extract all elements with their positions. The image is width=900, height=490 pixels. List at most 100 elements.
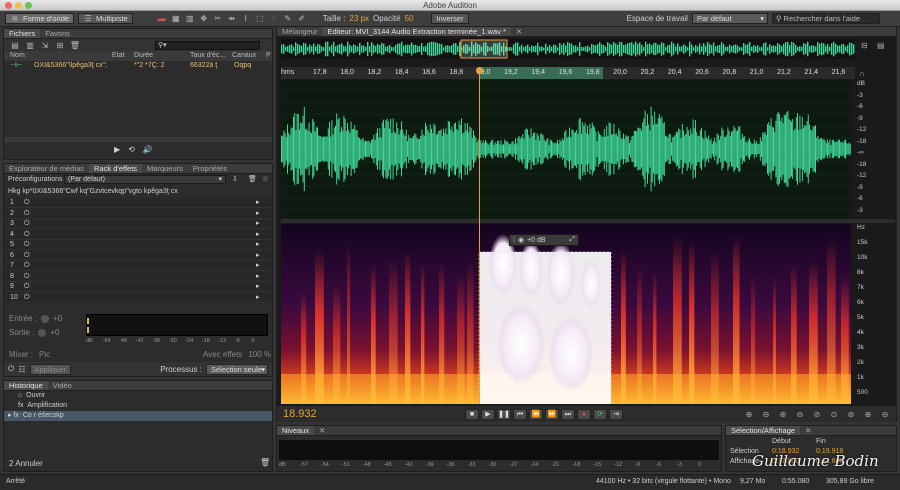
insert-icon[interactable]: ⊞: [55, 41, 65, 50]
col-name[interactable]: Nom: [10, 51, 25, 61]
tab-mixer[interactable]: Mélangeur: [277, 27, 322, 36]
workspace-dropdown[interactable]: Par défaut ▾: [691, 13, 768, 24]
slot-menu-icon[interactable]: ▸: [256, 251, 260, 260]
slot-power-icon[interactable]: ⏻: [24, 293, 30, 302]
skip-icon[interactable]: ⇥: [609, 408, 623, 420]
settings-icon[interactable]: ▤: [877, 41, 885, 50]
input-value[interactable]: +0: [53, 314, 62, 323]
tab-properties[interactable]: Propriétés: [188, 164, 232, 173]
output-knob[interactable]: [38, 328, 47, 337]
files-search-input[interactable]: ⚲▾: [155, 40, 260, 50]
delete-history-icon[interactable]: 🗑: [260, 458, 270, 467]
slip-tool-icon[interactable]: ⇹: [227, 14, 237, 23]
slot-power-icon[interactable]: ⏻: [24, 272, 30, 281]
power-icon[interactable]: ⏻: [8, 364, 14, 374]
slot-menu-icon[interactable]: ▸: [256, 219, 260, 228]
hud-knob-icon[interactable]: ◉: [518, 236, 524, 244]
zoom-selection-icon[interactable]: ⊚: [844, 409, 858, 420]
stop-icon[interactable]: ■: [465, 408, 479, 420]
presets-dropdown[interactable]: (Par défaut) ▾: [64, 175, 226, 184]
file-row[interactable]: ⊣⊢ OXI&5366"\lpêga3ţ cx"; *"2 *7Ç: 2 663…: [4, 61, 272, 71]
fast-forward-icon[interactable]: ⏩: [545, 408, 559, 420]
delete-icon[interactable]: 🗑: [70, 41, 80, 50]
hud-gain-value[interactable]: +0 dB: [527, 237, 546, 244]
close-tab-icon[interactable]: ✕: [800, 426, 816, 435]
history-item[interactable]: fx Amplification: [4, 401, 272, 411]
list-icon[interactable]: ☷: [18, 365, 25, 374]
autoplay-icon[interactable]: 🔊: [143, 145, 153, 154]
slot-menu-icon[interactable]: ▸: [256, 261, 260, 270]
slot-power-icon[interactable]: ⏻: [24, 251, 30, 260]
apply-button[interactable]: Appliquer: [29, 363, 72, 375]
razor-tool-icon[interactable]: ✂: [213, 14, 223, 23]
slot-menu-icon[interactable]: ▸: [256, 282, 260, 291]
output-value[interactable]: +0: [50, 328, 59, 337]
zoom-in-time-icon[interactable]: ⊕: [776, 409, 790, 420]
zoom-freq-out-icon[interactable]: ⊖: [878, 409, 892, 420]
tab-video[interactable]: Vidéo: [48, 381, 77, 390]
zoom-in-amplitude-icon[interactable]: ⊕: [742, 409, 756, 420]
time-display[interactable]: 18.932: [283, 408, 465, 420]
tab-history[interactable]: Historique: [4, 381, 48, 390]
go-to-start-icon[interactable]: ⏮: [513, 408, 527, 420]
hud-pin-icon[interactable]: ⤢: [569, 236, 575, 244]
effect-slot[interactable]: 10 ⏻ ▸: [4, 293, 272, 303]
waveform-view-button[interactable]: ≋ Forme d'onde: [5, 13, 75, 24]
invert-button[interactable]: Inverser: [431, 13, 469, 24]
zoom-window-icon[interactable]: [25, 2, 32, 9]
frequency-display-icon[interactable]: ▥: [185, 14, 195, 23]
play-icon[interactable]: ▶: [481, 408, 495, 420]
close-window-icon[interactable]: [5, 2, 12, 9]
zoom-freq-in-icon[interactable]: ⊕: [861, 409, 875, 420]
tab-files[interactable]: Fichiers: [4, 29, 41, 38]
multitrack-view-button[interactable]: ☰ Multipiste: [78, 13, 133, 24]
input-knob[interactable]: [41, 314, 50, 323]
help-search-input[interactable]: ⚲ Rechercher dans l'aide: [771, 13, 880, 24]
time-ruler[interactable]: hms 17,8 18,0 18,2 18,4 18,6 18,8 19,0 19,2 19,4…: [281, 67, 855, 79]
play-icon[interactable]: ▶: [114, 145, 120, 154]
zoom-out-time-icon[interactable]: ⊖: [793, 409, 807, 420]
slot-power-icon[interactable]: ⏻: [24, 198, 30, 207]
zoom-in-point-icon[interactable]: ⊙: [827, 409, 841, 420]
col-state[interactable]: Etat: [112, 51, 124, 61]
mix-percent[interactable]: 100 %: [248, 350, 271, 359]
spectral-display-icon[interactable]: ▦: [171, 14, 181, 23]
tab-levels[interactable]: Niveaux: [277, 426, 315, 435]
effect-slot[interactable]: 5 ⏻ ▸: [4, 240, 272, 250]
headphones-icon[interactable]: ∩: [859, 69, 865, 78]
spectral-display[interactable]: [281, 224, 851, 404]
save-preset-icon[interactable]: ⇩: [232, 174, 238, 186]
close-tab-icon[interactable]: ✕: [511, 27, 527, 36]
view-splitter[interactable]: [281, 219, 895, 223]
zoom-fit-icon[interactable]: ⊟: [861, 41, 868, 50]
lasso-tool-icon[interactable]: ◌: [269, 14, 279, 23]
loop-playback-icon[interactable]: ⟳: [593, 408, 607, 420]
slot-power-icon[interactable]: ⏻: [24, 209, 30, 218]
tab-favorites[interactable]: Favoris: [40, 29, 75, 38]
slot-menu-icon[interactable]: ▸: [256, 293, 260, 302]
effect-slot[interactable]: 3 ⏻ ▸: [4, 219, 272, 229]
tab-markers[interactable]: Marqueurs: [142, 164, 188, 173]
effect-slot[interactable]: 7 ⏻ ▸: [4, 261, 272, 271]
close-tab-icon[interactable]: ✕: [314, 426, 330, 435]
effect-slot[interactable]: 8 ⏻ ▸: [4, 272, 272, 282]
record-icon[interactable]: ●: [577, 408, 591, 420]
tab-editor[interactable]: Editeur: MVI_3144 Audio Extraction termi…: [322, 27, 511, 36]
tab-media-browser[interactable]: Explorateur de médias: [4, 164, 89, 173]
gain-hud[interactable]: ⁞ ◉ +0 dB ⤢: [509, 234, 579, 246]
playhead[interactable]: [479, 67, 480, 404]
slot-power-icon[interactable]: ⏻: [24, 240, 30, 249]
slot-power-icon[interactable]: ⏻: [24, 230, 30, 239]
slot-menu-icon[interactable]: ▸: [256, 209, 260, 218]
new-file-icon[interactable]: ▤: [10, 41, 20, 50]
slot-power-icon[interactable]: ⏻: [24, 219, 30, 228]
move-tool-icon[interactable]: ✥: [199, 14, 209, 23]
waveform-display-icon[interactable]: ▬: [157, 14, 167, 23]
brush-size-value[interactable]: 23 px: [349, 14, 369, 23]
slot-menu-icon[interactable]: ▸: [256, 198, 260, 207]
files-h-scrollbar[interactable]: [4, 137, 272, 142]
minimize-window-icon[interactable]: [15, 2, 22, 9]
pause-icon[interactable]: ❚❚: [497, 408, 511, 420]
effect-slot[interactable]: 2 ⏻ ▸: [4, 209, 272, 219]
import-icon[interactable]: ⇲: [40, 41, 50, 50]
